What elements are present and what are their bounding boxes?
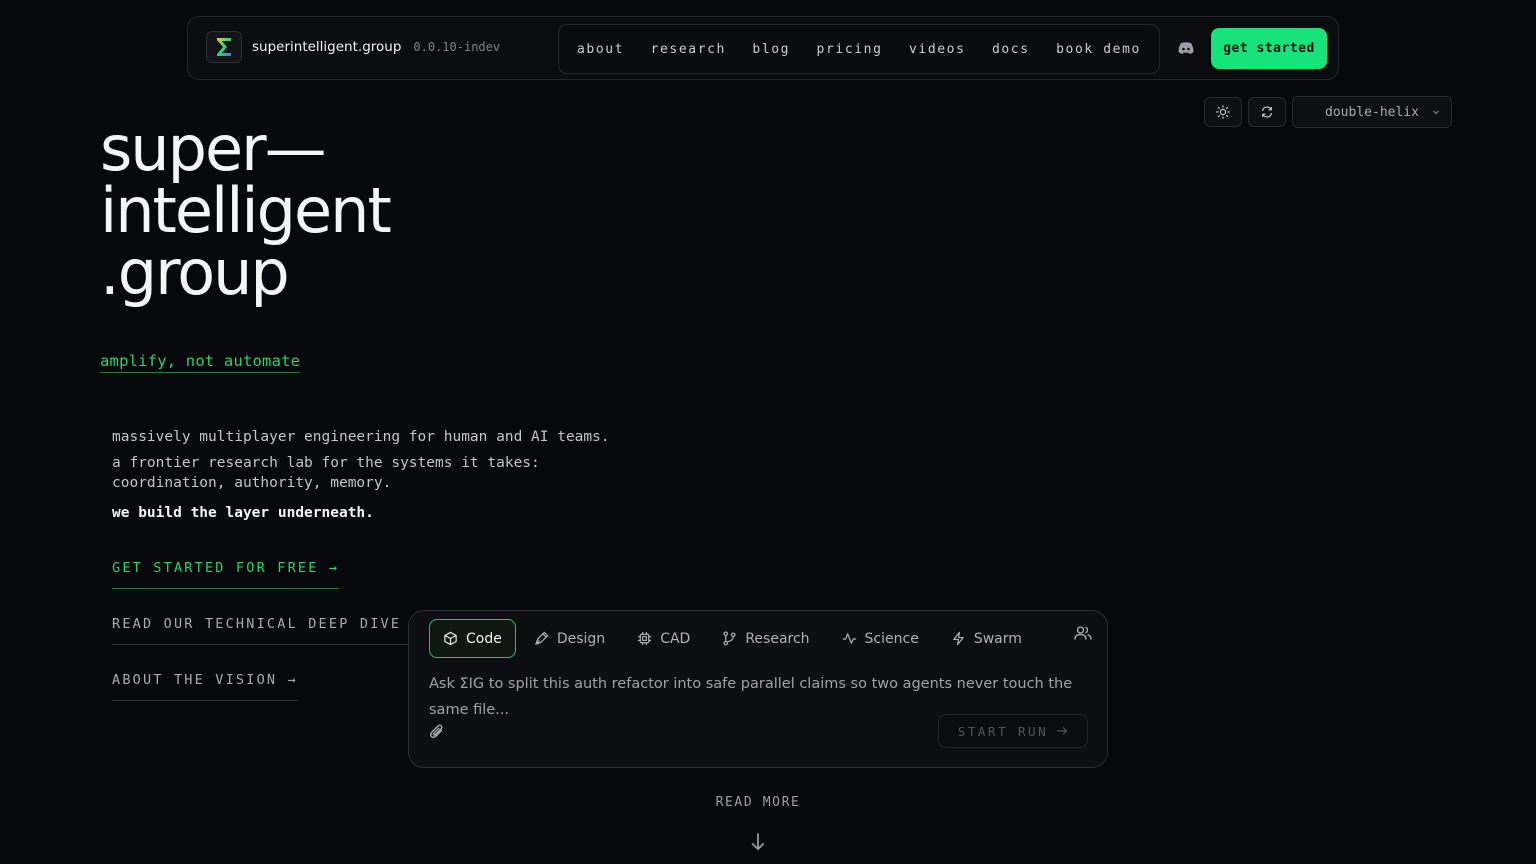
start-run-label: START RUN — [957, 723, 1049, 739]
top-nav: superintelligent.group 0.0.10-indev abou… — [187, 16, 1339, 80]
nav-link-research[interactable]: research — [651, 42, 726, 57]
tagline: amplify, not automate — [100, 352, 301, 373]
tab-swarm[interactable]: Swarm — [937, 619, 1036, 658]
get-started-free-link[interactable]: GET STARTED FOR FREE → — [112, 560, 340, 589]
cube-icon — [444, 631, 457, 646]
nav-links: about research blog pricing videos docs … — [558, 24, 1160, 74]
description-emphasis: we build the layer underneath. — [112, 505, 374, 521]
theme-select[interactable]: double-helix — [1292, 96, 1452, 128]
tab-label: Design — [556, 630, 606, 647]
nav-link-about[interactable]: about — [577, 42, 624, 57]
pen-icon — [535, 631, 549, 645]
description-line: a frontier research lab for the systems … — [112, 455, 540, 491]
hero-title: super— intelligent .group — [100, 118, 520, 304]
chevron-down-icon — [1433, 110, 1439, 115]
version-label: 0.0.10-indev — [413, 40, 501, 54]
discord-icon[interactable] — [1178, 41, 1194, 55]
paperclip-icon[interactable] — [429, 723, 445, 740]
tab-label: Research — [745, 630, 810, 647]
technical-deep-dive-link[interactable]: READ OUR TECHNICAL DEEP DIVE → — [112, 616, 422, 645]
get-started-button[interactable]: get started — [1211, 28, 1327, 69]
sigma-logo-icon — [206, 31, 242, 63]
tab-label: Swarm — [973, 630, 1022, 647]
nav-link-videos[interactable]: videos — [909, 42, 966, 57]
theme-select-value: double-helix — [1325, 104, 1419, 120]
description-line: massively multiplayer engineering for hu… — [112, 429, 610, 445]
arrow-down-icon[interactable] — [748, 832, 768, 852]
tab-code[interactable]: Code — [429, 619, 516, 658]
refresh-button[interactable] — [1248, 97, 1286, 127]
branch-icon — [723, 631, 736, 646]
run-composer: Code Design CAD Research Science Swarm A… — [408, 610, 1108, 768]
chip-icon — [638, 631, 652, 646]
users-icon[interactable] — [1074, 625, 1092, 641]
tab-science[interactable]: Science — [828, 619, 933, 658]
composer-tabs: Code Design CAD Research Science Swarm — [429, 619, 1040, 658]
nav-link-pricing[interactable]: pricing — [817, 42, 883, 57]
about-vision-link[interactable]: ABOUT THE VISION → — [112, 672, 298, 701]
sun-icon — [1216, 105, 1230, 119]
start-run-button[interactable]: START RUN — [938, 714, 1088, 748]
pulse-icon — [842, 633, 856, 644]
hero-title-line: super— — [100, 112, 327, 185]
tab-cad[interactable]: CAD — [623, 619, 704, 658]
theme-toggle-button[interactable] — [1204, 97, 1242, 127]
refresh-icon — [1261, 106, 1273, 118]
brand-name: superintelligent.group — [252, 39, 402, 55]
tab-label: Science — [864, 630, 919, 647]
tab-label: CAD — [660, 630, 691, 647]
arrow-right-icon — [1057, 727, 1068, 735]
hero-title-line: intelligent — [100, 174, 392, 247]
tab-label: Code — [466, 630, 502, 647]
tab-design[interactable]: Design — [520, 619, 619, 658]
brand[interactable]: superintelligent.group 0.0.10-indev — [206, 31, 500, 63]
nav-link-book-demo[interactable]: book demo — [1056, 42, 1141, 57]
hero-title-line: .group — [100, 236, 290, 309]
bolt-icon — [953, 631, 964, 646]
nav-link-docs[interactable]: docs — [992, 42, 1030, 57]
nav-link-blog[interactable]: blog — [752, 42, 790, 57]
read-more-link[interactable]: READ MORE — [0, 795, 1516, 810]
tab-research[interactable]: Research — [708, 619, 823, 658]
